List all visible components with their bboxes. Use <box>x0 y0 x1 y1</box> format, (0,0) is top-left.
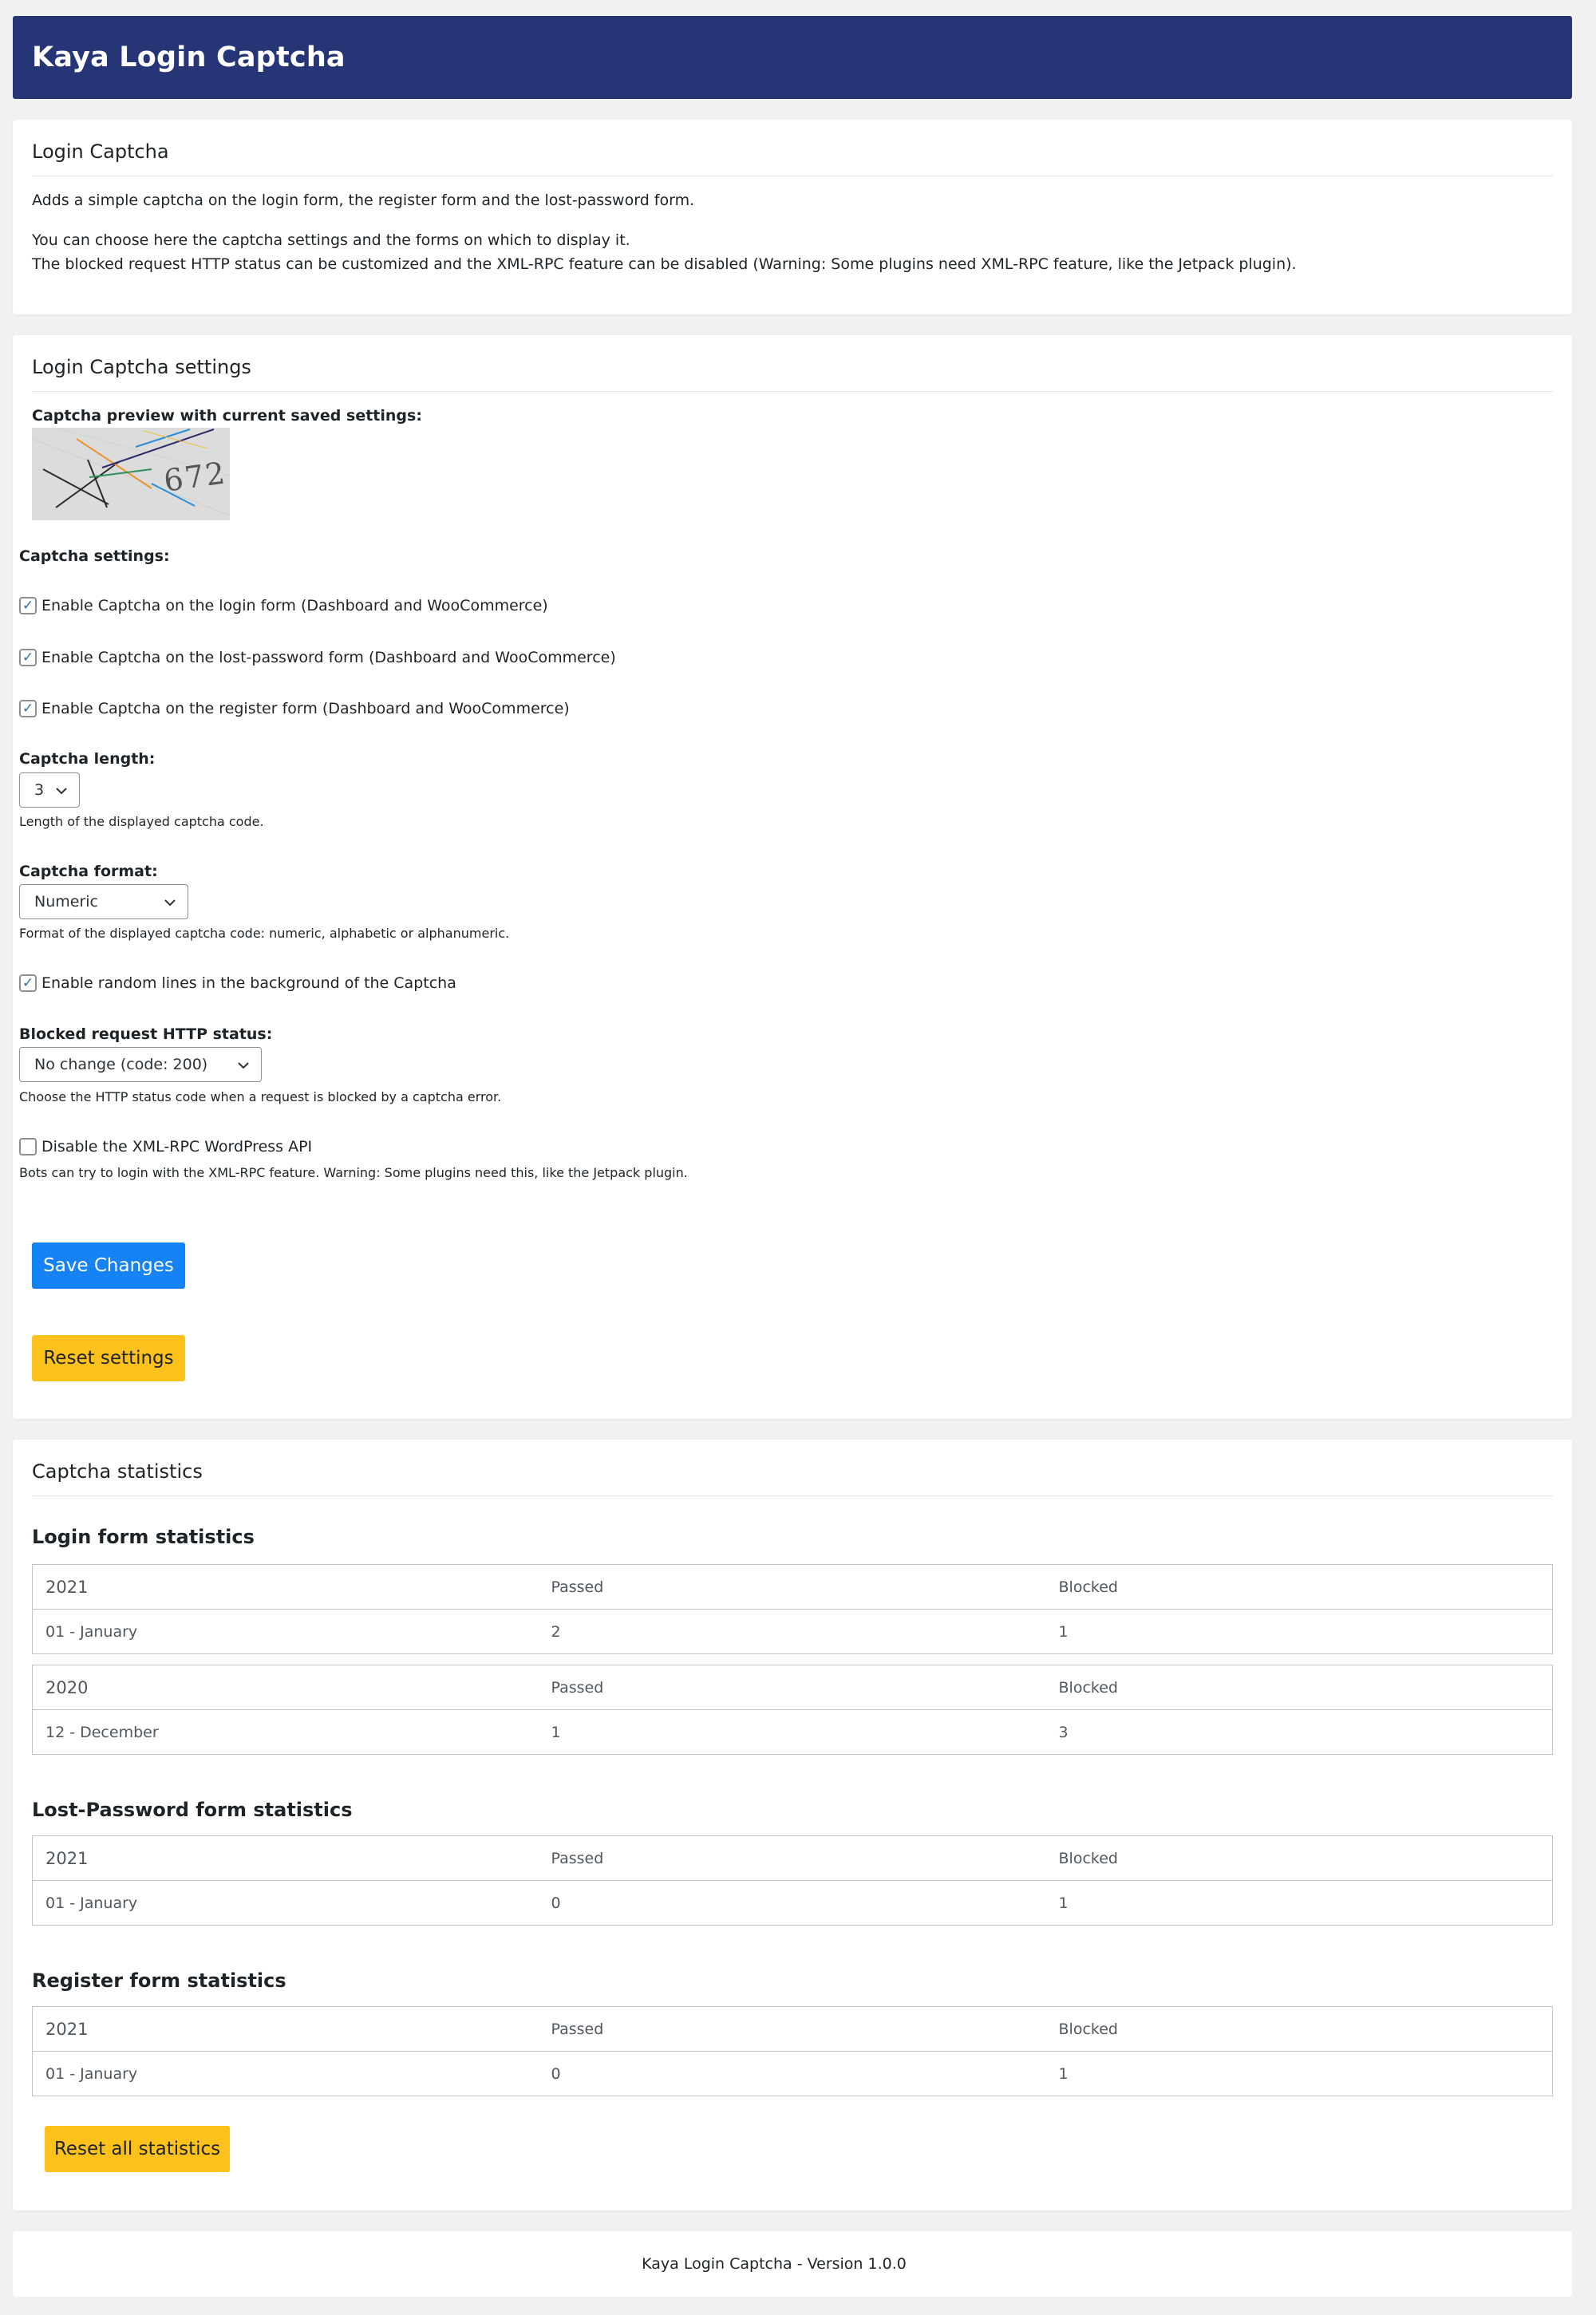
intro-line-2: You can choose here the captcha settings… <box>32 231 630 249</box>
intro-title: Login Captcha <box>32 140 1553 176</box>
year-cell: 2021 <box>32 1835 539 1881</box>
table-row: 2020 Passed Blocked <box>32 1665 1553 1710</box>
passed-header: Passed <box>538 2006 1046 2052</box>
year-cell: 2021 <box>32 1564 539 1610</box>
year-cell: 2020 <box>32 1665 539 1710</box>
reset-statistics-button[interactable]: Reset all statistics <box>45 2126 230 2172</box>
captcha-length-select[interactable]: 3 <box>19 772 80 808</box>
passed-header: Passed <box>538 1835 1046 1881</box>
captcha-preview-image: 672 <box>32 428 230 520</box>
intro-line-1: Adds a simple captcha on the login form,… <box>32 192 695 209</box>
http-status-help: Choose the HTTP status code when a reque… <box>19 1089 502 1104</box>
captcha-format-help: Format of the displayed captcha code: nu… <box>19 926 510 941</box>
table-row: 2021 Passed Blocked <box>32 1835 1553 1881</box>
captcha-length-value: 3 <box>34 781 45 799</box>
footer-version-text: Kaya Login Captcha - Version 1.0.0 <box>642 2255 907 2273</box>
checkbox-checked-icon[interactable]: ✓ <box>19 597 37 614</box>
table-row: 01 - January 0 1 <box>33 1881 1553 1926</box>
blocked-header: Blocked <box>1045 1835 1553 1881</box>
enable-register-captcha-label: Enable Captcha on the register form (Das… <box>41 700 570 717</box>
enable-login-captcha-label: Enable Captcha on the login form (Dashbo… <box>41 597 548 614</box>
captcha-preview-label: Captcha preview with current saved setti… <box>32 407 422 425</box>
passed-cell: 0 <box>551 2064 561 2083</box>
checkbox-unchecked-icon[interactable] <box>19 1138 37 1156</box>
register-stats-heading: Register form statistics <box>32 1969 286 1992</box>
table-row: 2021 Passed Blocked <box>32 1564 1553 1610</box>
checkbox-checked-icon[interactable]: ✓ <box>19 649 37 666</box>
captcha-length-help: Length of the displayed captcha code. <box>19 814 264 829</box>
table-row: 01 - January 0 1 <box>33 2052 1553 2096</box>
xmlrpc-help: Bots can try to login with the XML-RPC f… <box>19 1165 688 1180</box>
captcha-format-label: Captcha format: <box>19 863 158 880</box>
table-row: 12 - December 1 3 <box>33 1710 1553 1755</box>
enable-login-captcha[interactable]: ✓ Enable Captcha on the login form (Dash… <box>19 597 548 614</box>
http-status-label: Blocked request HTTP status: <box>19 1025 273 1043</box>
disable-xmlrpc[interactable]: Disable the XML-RPC WordPress API <box>19 1138 312 1156</box>
app-title: Kaya Login Captcha <box>32 41 346 73</box>
passed-cell: 0 <box>551 1894 561 1912</box>
chevron-down-icon <box>56 788 67 795</box>
chevron-down-icon <box>238 1062 249 1069</box>
month-cell: 01 - January <box>45 1622 138 1641</box>
month-cell: 12 - December <box>45 1723 159 1741</box>
captcha-length-label: Captcha length: <box>19 750 156 768</box>
month-cell: 01 - January <box>45 2064 138 2083</box>
statistics-card: Captcha statistics Login form statistics… <box>13 1440 1572 2210</box>
lostpw-stats-table-2021: 2021 Passed Blocked 01 - January 0 1 <box>32 1835 1553 1926</box>
passed-header: Passed <box>538 1564 1046 1610</box>
statistics-title: Captcha statistics <box>32 1460 1553 1496</box>
intro-line-3: The blocked request HTTP status can be c… <box>32 255 1297 273</box>
enable-random-lines-label: Enable random lines in the background of… <box>41 974 456 992</box>
passed-cell: 1 <box>551 1723 561 1741</box>
blocked-cell: 1 <box>1058 1622 1069 1641</box>
captcha-format-value: Numeric <box>34 893 98 911</box>
login-stats-table-2021: 2021 Passed Blocked 01 - January 2 1 <box>32 1564 1553 1654</box>
checkbox-checked-icon[interactable]: ✓ <box>19 700 37 717</box>
checkbox-checked-icon[interactable]: ✓ <box>19 974 37 992</box>
login-stats-table-2020: 2020 Passed Blocked 12 - December 1 3 <box>32 1665 1553 1755</box>
enable-register-captcha[interactable]: ✓ Enable Captcha on the register form (D… <box>19 700 570 717</box>
enable-random-lines[interactable]: ✓ Enable random lines in the background … <box>19 974 456 992</box>
http-status-value: No change (code: 200) <box>34 1056 208 1073</box>
blocked-header: Blocked <box>1045 2006 1553 2052</box>
disable-xmlrpc-label: Disable the XML-RPC WordPress API <box>41 1138 313 1156</box>
save-changes-button[interactable]: Save Changes <box>32 1242 185 1289</box>
blocked-cell: 1 <box>1058 1894 1069 1912</box>
settings-title: Login Captcha settings <box>32 356 1553 392</box>
settings-card: Login Captcha settings Captcha preview w… <box>13 335 1572 1419</box>
month-cell: 01 - January <box>45 1894 138 1912</box>
app-header: Kaya Login Captcha <box>13 16 1572 99</box>
enable-lostpw-captcha[interactable]: ✓ Enable Captcha on the lost-password fo… <box>19 649 616 666</box>
login-stats-heading: Login form statistics <box>32 1526 255 1548</box>
http-status-select[interactable]: No change (code: 200) <box>19 1047 262 1082</box>
passed-cell: 2 <box>551 1622 561 1641</box>
blocked-cell: 1 <box>1058 2064 1069 2083</box>
register-stats-table-2021: 2021 Passed Blocked 01 - January 0 1 <box>32 2006 1553 2096</box>
captcha-format-select[interactable]: Numeric <box>19 884 188 919</box>
footer: Kaya Login Captcha - Version 1.0.0 <box>13 2231 1572 2297</box>
blocked-header: Blocked <box>1045 1564 1553 1610</box>
chevron-down-icon <box>164 899 176 907</box>
lostpw-stats-heading: Lost-Password form statistics <box>32 1799 353 1821</box>
passed-header: Passed <box>538 1665 1046 1710</box>
reset-settings-button[interactable]: Reset settings <box>32 1335 185 1381</box>
year-cell: 2021 <box>32 2006 539 2052</box>
captcha-settings-label: Captcha settings: <box>19 547 170 565</box>
blocked-header: Blocked <box>1045 1665 1553 1710</box>
table-row: 2021 Passed Blocked <box>32 2006 1553 2052</box>
table-row: 01 - January 2 1 <box>33 1610 1553 1654</box>
blocked-cell: 3 <box>1058 1723 1069 1741</box>
enable-lostpw-captcha-label: Enable Captcha on the lost-password form… <box>41 649 616 666</box>
intro-card: Login Captcha Adds a simple captcha on t… <box>13 120 1572 314</box>
